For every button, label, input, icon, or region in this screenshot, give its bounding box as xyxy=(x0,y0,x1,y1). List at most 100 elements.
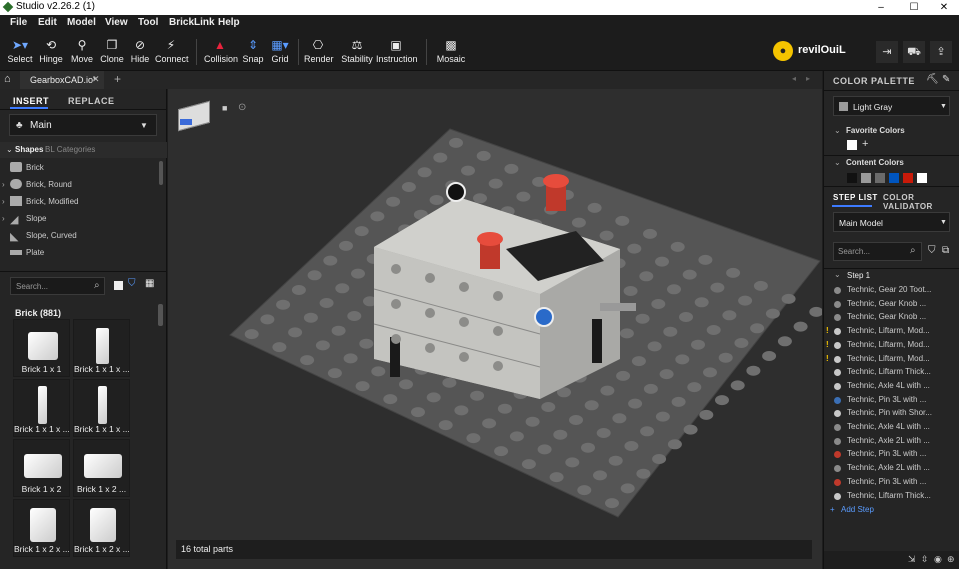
menu-bricklink[interactable]: BrickLink xyxy=(169,17,215,28)
step-part-item[interactable]: Technic, Pin 3L with ... xyxy=(824,395,959,407)
grid-view-icon[interactable]: ▦ xyxy=(145,278,154,289)
category-scrollbar[interactable] xyxy=(159,161,163,185)
category-item[interactable]: › Brick, Round xyxy=(0,179,160,193)
content-color-swatch[interactable] xyxy=(917,173,927,183)
chevron-down-icon[interactable]: ⌄ xyxy=(834,158,841,167)
step-part-item[interactable]: Technic, Gear Knob ... xyxy=(824,312,959,324)
hide-tool[interactable]: ⊘ Hide xyxy=(128,37,152,64)
color-dropdown[interactable]: Light Gray ▼ xyxy=(833,96,950,116)
visibility-icon[interactable]: ◉ xyxy=(934,554,942,565)
paint-icon[interactable]: ⛏ xyxy=(926,74,939,85)
tab-replace[interactable]: REPLACE xyxy=(68,96,115,106)
clone-tool[interactable]: ❐ Clone xyxy=(99,37,125,64)
step-search-input[interactable]: Search... ⌕ xyxy=(833,242,922,261)
step-part-item[interactable]: Technic, Axle 4L with ... xyxy=(824,381,959,393)
menu-model[interactable]: Model xyxy=(67,17,96,28)
step-part-item[interactable]: Technic, Pin 3L with ... xyxy=(824,477,959,489)
filter-view-icon[interactable]: ⛉ xyxy=(128,278,136,289)
content-color-swatch[interactable] xyxy=(903,173,913,183)
content-color-swatch[interactable] xyxy=(875,173,885,183)
red-pin[interactable] xyxy=(477,232,503,269)
part-tile[interactable]: Brick 1 x 1 x ... xyxy=(13,379,70,437)
add-step-button[interactable]: Add Step xyxy=(841,505,874,514)
maximize-button[interactable]: ☐ xyxy=(899,0,929,15)
collision-toggle[interactable]: ▲ Collision xyxy=(204,37,238,64)
step-part-item[interactable]: ! Technic, Liftarm, Mod... xyxy=(824,354,959,366)
model-dropdown[interactable]: ♣ Main ▼ xyxy=(9,114,157,136)
step-part-item[interactable]: Technic, Gear Knob ... xyxy=(824,299,959,311)
tab-color-validator[interactable]: COLOR VALIDATOR xyxy=(883,193,959,211)
3d-viewport[interactable]: ■ ⊙ 16 total parts xyxy=(168,89,822,569)
step-part-item[interactable]: ! Technic, Liftarm, Mod... xyxy=(824,326,959,338)
menu-view[interactable]: View xyxy=(105,17,128,28)
step-part-item[interactable]: Technic, Pin 3L with ... xyxy=(824,449,959,461)
step-title[interactable]: Step 1 xyxy=(847,271,870,280)
favorite-swatch[interactable] xyxy=(847,140,857,150)
tab-close-icon[interactable]: ✕ xyxy=(92,74,100,85)
menu-tool[interactable]: Tool xyxy=(138,17,158,28)
menu-edit[interactable]: Edit xyxy=(38,17,57,28)
category-item[interactable]: › Brick, Modified xyxy=(0,196,160,210)
part-tile[interactable]: Brick 1 x 1 x ... xyxy=(73,319,130,377)
part-tile[interactable]: Brick 1 x 2 ... xyxy=(73,439,130,497)
tab-gearboxcad[interactable]: GearboxCAD.io* ✕ xyxy=(20,71,104,89)
move-tool[interactable]: ⚲ Move xyxy=(69,37,95,64)
reset-view-icon[interactable]: ⊙ xyxy=(238,102,246,113)
upload-icon[interactable]: ⇪ xyxy=(930,41,952,63)
search-icon[interactable]: ⌕ xyxy=(94,280,100,291)
step-part-item[interactable]: Technic, Liftarm Thick... xyxy=(824,491,959,503)
add-step-icon[interactable]: + xyxy=(830,505,835,514)
content-color-swatch[interactable] xyxy=(861,173,871,183)
tab-insert[interactable]: INSERT xyxy=(13,96,49,106)
step-part-item[interactable]: Technic, Gear 20 Toot... xyxy=(824,285,959,297)
toggle-view-icon[interactable]: ⧉ xyxy=(942,245,949,256)
red-pin[interactable] xyxy=(543,174,569,211)
grid-toggle[interactable]: ▦▾ Grid xyxy=(269,37,291,64)
collapse-all-icon[interactable]: ⇲ xyxy=(908,554,916,565)
user-avatar-icon[interactable]: ● xyxy=(773,41,793,61)
close-window-button[interactable]: ✕ xyxy=(929,0,959,15)
logout-icon[interactable]: ⇥ xyxy=(876,41,898,63)
menu-help[interactable]: Help xyxy=(218,17,240,28)
part-tile[interactable]: Brick 1 x 2 x ... xyxy=(73,499,130,557)
tab-scroll-left-icon[interactable]: ◂ xyxy=(792,74,796,83)
category-item[interactable]: Brick xyxy=(0,162,160,176)
connect-tool[interactable]: ⚡ Connect xyxy=(155,37,189,64)
menu-file[interactable]: File xyxy=(10,17,27,28)
part-tile[interactable]: Brick 1 x 1 x ... xyxy=(73,379,130,437)
chevron-down-icon[interactable]: ⌄ xyxy=(834,270,841,279)
filter-icon[interactable]: ⛉ xyxy=(928,245,936,256)
add-tab-button[interactable]: + xyxy=(114,72,121,86)
chevron-down-icon[interactable]: ⌄ xyxy=(834,126,841,135)
mosaic-button[interactable]: ▩ Mosaic xyxy=(436,37,466,64)
part-tile[interactable]: Brick 1 x 2 x ... xyxy=(13,499,70,557)
view-cube[interactable] xyxy=(174,99,214,135)
shapes-tab[interactable]: Shapes xyxy=(15,145,43,154)
expand-all-icon[interactable]: ⇳ xyxy=(921,554,929,565)
search-icon[interactable]: ⌕ xyxy=(910,245,916,256)
part-tile[interactable]: Brick 1 x 1 xyxy=(13,319,70,377)
step-part-item[interactable]: Technic, Liftarm Thick... xyxy=(824,367,959,379)
category-item[interactable]: ◣ Slope, Curved xyxy=(0,230,160,244)
username[interactable]: revilOuiL xyxy=(798,44,846,56)
step-part-item[interactable]: Technic, Axle 2L with ... xyxy=(824,436,959,448)
step-part-item[interactable]: ! Technic, Liftarm, Mod... xyxy=(824,340,959,352)
category-item[interactable]: Plate xyxy=(0,247,160,261)
add-icon[interactable]: ⊕ xyxy=(947,554,955,565)
part-search-input[interactable]: Search... ⌕ xyxy=(10,277,105,295)
select-tool[interactable]: ➤▾ Select xyxy=(6,37,34,64)
parts-scrollbar[interactable] xyxy=(158,304,163,326)
category-item[interactable]: › ◢ Slope xyxy=(0,213,160,227)
home-icon[interactable]: ⌂ xyxy=(4,73,11,85)
step-part-item[interactable]: Technic, Axle 4L with ... xyxy=(824,422,959,434)
blue-pin[interactable] xyxy=(534,307,554,327)
black-pin[interactable] xyxy=(446,182,466,202)
tab-scroll-right-icon[interactable]: ▸ xyxy=(806,74,810,83)
minimize-button[interactable]: – xyxy=(866,0,896,15)
cart-icon[interactable]: ⛟ xyxy=(903,41,925,63)
part-tile[interactable]: Brick 1 x 2 xyxy=(13,439,70,497)
snap-toggle[interactable]: ⇕ Snap xyxy=(242,37,264,64)
add-favorite-button[interactable]: + xyxy=(862,138,868,150)
eyedropper-icon[interactable]: ✎ xyxy=(942,74,950,85)
stability-button[interactable]: ⚖ Stability xyxy=(340,37,374,64)
